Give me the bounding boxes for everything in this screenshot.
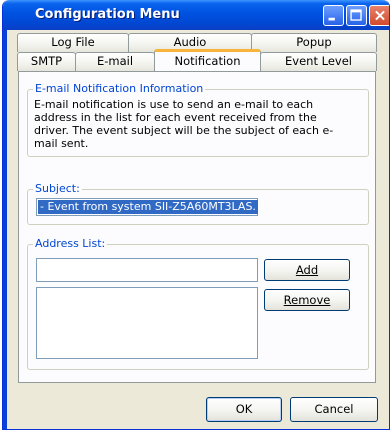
email-info-group: E-mail Notification Information E-mail n… [27, 82, 369, 157]
window-title: Configuration Menu [35, 7, 180, 22]
minimize-button[interactable] [323, 5, 344, 26]
address-input[interactable] [36, 258, 258, 282]
address-list-legend: Address List: [33, 237, 108, 250]
tab-event-level[interactable]: Event Level [260, 52, 377, 71]
tab-email[interactable]: E-mail [75, 52, 155, 71]
remove-button[interactable]: Remove [264, 289, 350, 311]
title-bar[interactable]: Configuration Menu [3, 0, 389, 30]
email-info-legend: E-mail Notification Information [33, 82, 206, 95]
maximize-button[interactable] [346, 5, 367, 26]
close-icon [375, 10, 385, 21]
address-listbox[interactable] [36, 287, 258, 359]
add-button[interactable]: Add [264, 259, 350, 281]
subject-value: - Event from system SII-Z5A60MT3LAS. [38, 200, 258, 214]
subject-group: Subject: - Event from system SII-Z5A60MT… [27, 182, 369, 225]
close-button[interactable] [369, 5, 389, 26]
cancel-button-label: Cancel [314, 402, 354, 416]
subject-input[interactable]: - Event from system SII-Z5A60MT3LAS. [36, 198, 258, 216]
notification-panel: E-mail Notification Information E-mail n… [18, 71, 376, 383]
email-info-text: E-mail notification is use to send an e-… [34, 98, 334, 150]
address-list-group: Address List: Add Remove [27, 237, 369, 370]
add-button-label: Add [295, 263, 319, 277]
tab-popup[interactable]: Popup [251, 33, 377, 52]
minimize-icon [328, 17, 335, 21]
tab-notification[interactable]: Notification [154, 49, 261, 71]
ok-button[interactable]: OK [206, 397, 282, 422]
window-frame-left [3, 30, 7, 429]
tab-log-file[interactable]: Log File [17, 33, 129, 52]
tab-smtp[interactable]: SMTP [17, 52, 76, 71]
remove-button-label: Remove [283, 293, 331, 307]
ok-button-label: OK [235, 402, 253, 416]
cancel-button[interactable]: Cancel [290, 397, 378, 422]
configuration-window: Configuration Menu Log File Audio Popup … [2, 0, 390, 430]
subject-legend: Subject: [33, 182, 82, 195]
maximize-icon [350, 9, 362, 21]
